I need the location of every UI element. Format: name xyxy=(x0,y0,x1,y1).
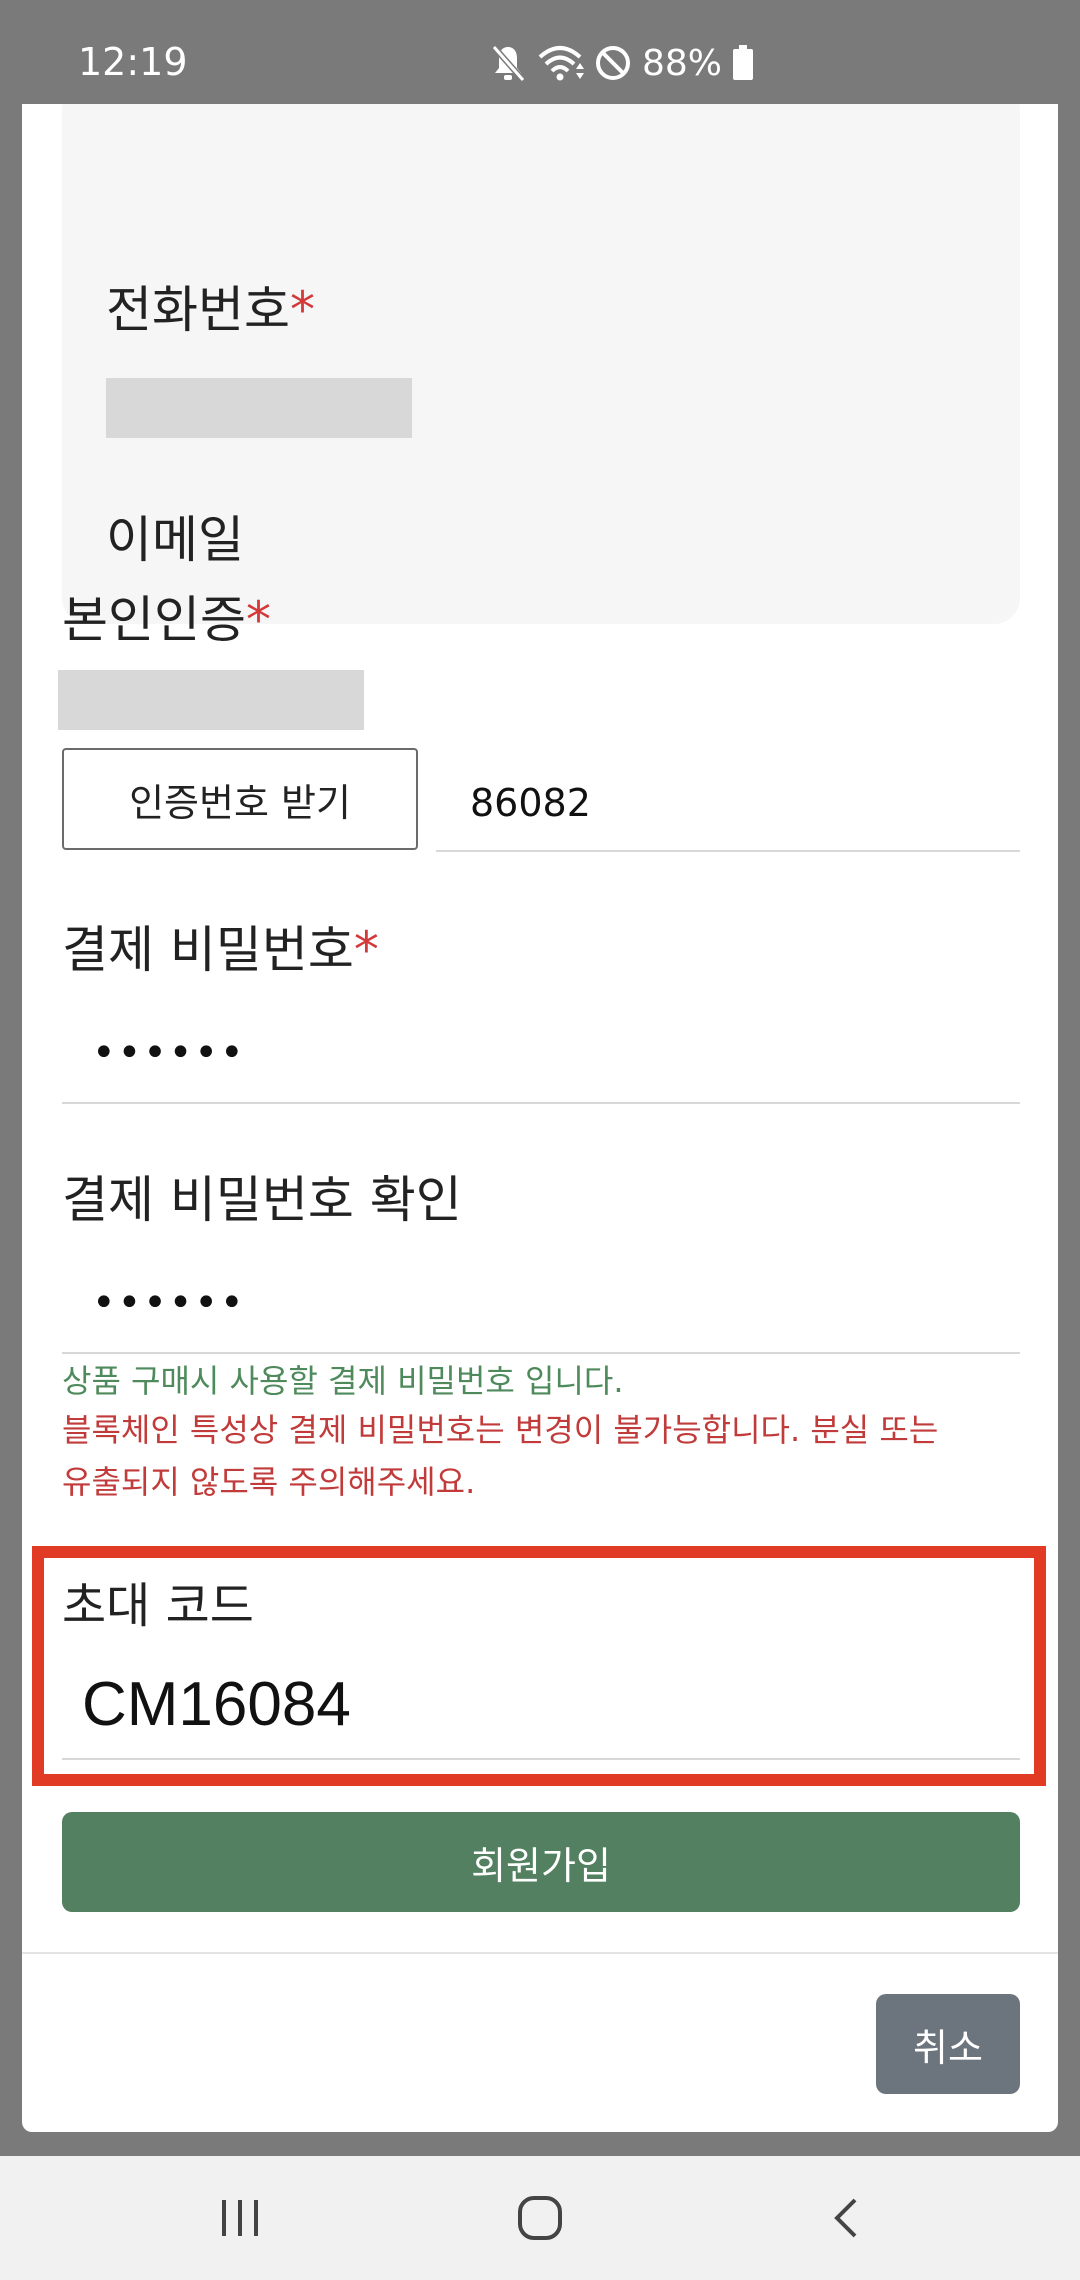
invite-code-input[interactable]: CM16084 xyxy=(62,1650,1020,1760)
do-not-disturb-icon xyxy=(594,44,632,82)
member-info-card: 주소 전화번호* 이메일 xyxy=(62,104,1020,624)
home-button[interactable] xyxy=(490,2156,590,2280)
payment-password-warning-line1: 블록체인 특성상 결제 비밀번호는 변경이 불가능합니다. 분실 또는 xyxy=(62,1411,939,1449)
verification-label: 본인인증* xyxy=(62,591,271,649)
wifi-icon xyxy=(536,43,584,83)
get-code-button[interactable]: 인증번호 받기 xyxy=(62,748,418,850)
invite-code-label: 초대 코드 xyxy=(62,1578,254,1634)
payment-password-input[interactable]: •••••• xyxy=(62,1004,1020,1104)
payment-password-confirm-input[interactable]: •••••• xyxy=(62,1254,1020,1354)
payment-password-warning-line2: 유출되지 않도록 주의해주세요. xyxy=(62,1463,476,1501)
recent-apps-icon xyxy=(222,2200,258,2236)
email-label: 이메일 xyxy=(106,511,244,569)
payment-password-confirm-label: 결제 비밀번호 확인 xyxy=(62,1171,462,1229)
signup-button[interactable]: 회원가입 xyxy=(62,1812,1020,1912)
signup-sheet: 주소 전화번호* 이메일 본인인증* 인증번호 받기 86082 결제 비밀번호… xyxy=(22,104,1058,2132)
home-icon xyxy=(518,2196,562,2240)
status-time: 12:19 xyxy=(78,40,188,84)
payment-password-hint: 상품 구매시 사용할 결제 비밀번호 입니다. xyxy=(62,1362,624,1400)
battery-icon xyxy=(732,45,754,81)
battery-percent: 88% xyxy=(642,42,723,84)
verification-code-input[interactable]: 86082 xyxy=(436,756,1020,852)
phone-value-masked xyxy=(106,378,412,438)
back-button[interactable] xyxy=(796,2156,896,2280)
recent-apps-button[interactable] xyxy=(190,2156,290,2280)
verification-value-masked xyxy=(58,670,364,730)
status-icons: 88% xyxy=(490,38,754,88)
phone-label: 전화번호* xyxy=(106,281,315,339)
system-nav-bar xyxy=(0,2156,1080,2280)
back-icon xyxy=(834,2198,857,2238)
invite-code-highlight: 초대 코드 CM16084 xyxy=(32,1546,1046,1786)
mute-icon xyxy=(490,43,526,83)
cancel-button[interactable]: 취소 xyxy=(876,1994,1020,2094)
footer-divider xyxy=(22,1952,1058,1954)
payment-password-label: 결제 비밀번호* xyxy=(62,921,379,979)
payment-password-warning: 블록체인 특성상 결제 비밀번호는 변경이 불가능합니다. 분실 또는 유출되지… xyxy=(62,1404,938,1508)
status-bar: 12:19 88% xyxy=(0,0,1080,104)
